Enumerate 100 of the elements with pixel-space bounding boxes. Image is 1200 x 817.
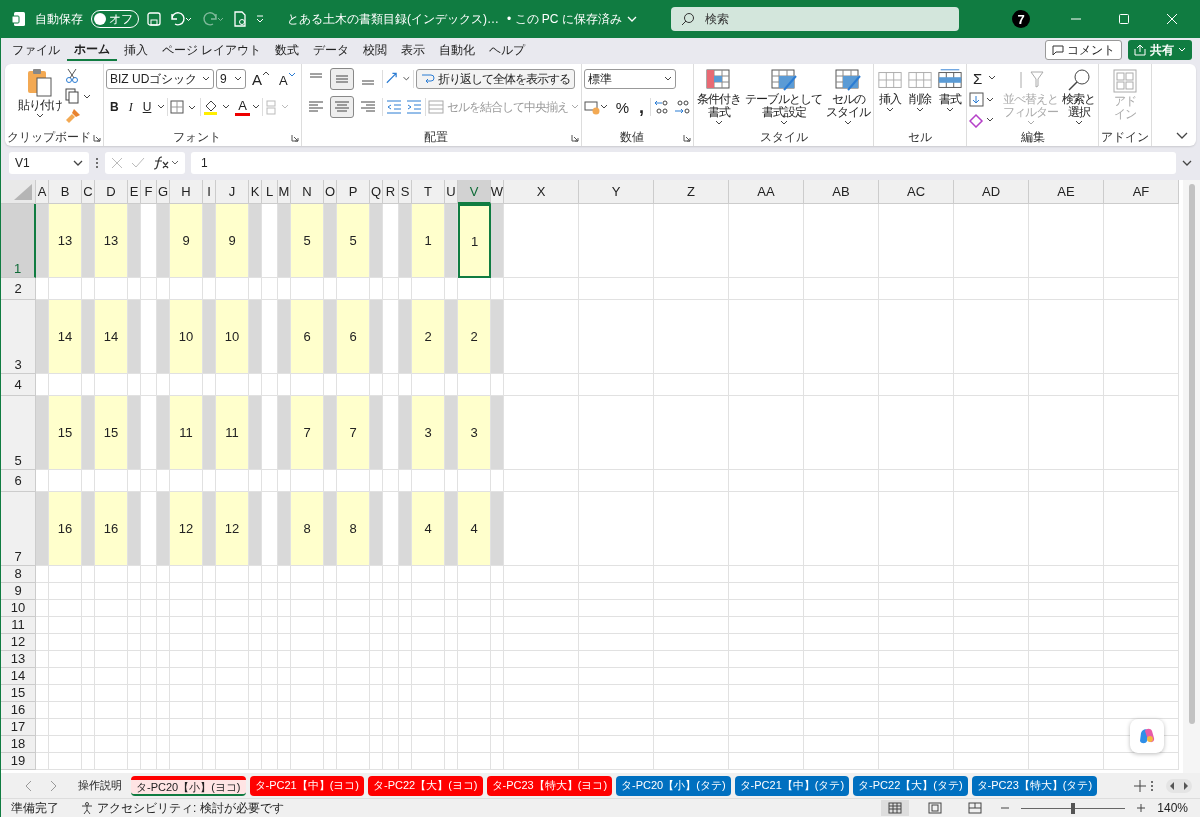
font-style-button[interactable]: U bbox=[138, 97, 156, 117]
expand-formula-icon[interactable] bbox=[1182, 159, 1192, 167]
sheet-tab[interactable]: タ-PC23【特大】(タテ) bbox=[971, 775, 1098, 796]
dialog-launcher-icon[interactable] bbox=[290, 133, 299, 142]
function-icon[interactable] bbox=[153, 156, 179, 170]
sheet-tab[interactable]: タ-PC20【小】(ヨコ) bbox=[131, 775, 246, 796]
horizontal-scroll-buttons[interactable] bbox=[1166, 778, 1192, 793]
row-header[interactable]: 7 bbox=[1, 492, 36, 566]
column-header[interactable]: N bbox=[291, 180, 324, 204]
row-header[interactable]: 3 bbox=[1, 300, 36, 374]
column-header[interactable]: AE bbox=[1029, 180, 1104, 204]
currency-icon[interactable] bbox=[583, 99, 610, 115]
paste-button[interactable]: 貼り付け bbox=[17, 68, 63, 119]
style-button[interactable]: 条件付き 書式 bbox=[696, 68, 743, 126]
column-header[interactable]: U bbox=[445, 180, 458, 204]
normal-view-button[interactable] bbox=[881, 800, 910, 816]
row-header[interactable]: 15 bbox=[1, 685, 36, 702]
row-header[interactable]: 13 bbox=[1, 651, 36, 668]
sheet-tab[interactable]: タ-PC23【特大】(ヨコ) bbox=[486, 775, 613, 796]
row-header[interactable]: 4 bbox=[1, 374, 36, 396]
column-header[interactable]: F bbox=[141, 180, 157, 204]
style-button[interactable]: テーブルとして 書式設定 bbox=[744, 68, 824, 126]
column-header[interactable]: E bbox=[128, 180, 141, 204]
column-header[interactable]: G bbox=[157, 180, 170, 204]
dialog-launcher-icon[interactable] bbox=[93, 133, 101, 142]
dialog-launcher-icon[interactable] bbox=[570, 133, 579, 142]
column-header[interactable]: AD bbox=[954, 180, 1029, 204]
add-sheet-icon[interactable] bbox=[1134, 779, 1146, 792]
column-header[interactable]: A bbox=[36, 180, 49, 204]
sheet-tab[interactable]: タ-PC22【大】(タテ) bbox=[853, 775, 968, 796]
shrink-font-button[interactable]: A bbox=[275, 69, 299, 89]
wrap-text-button[interactable]: 折り返して全体を表示する bbox=[415, 69, 575, 89]
row-header[interactable]: 16 bbox=[1, 702, 36, 719]
zoom-in-icon[interactable] bbox=[1137, 804, 1146, 812]
assistant-button[interactable] bbox=[1130, 719, 1164, 753]
row-header[interactable]: 9 bbox=[1, 583, 36, 600]
vertical-align-icon[interactable] bbox=[329, 68, 354, 90]
collapse-ribbon-icon[interactable] bbox=[1176, 132, 1188, 140]
formula-field[interactable]: 1 bbox=[191, 152, 1176, 174]
comment-button[interactable]: コメント bbox=[1045, 40, 1122, 60]
app-icon[interactable] bbox=[11, 11, 27, 27]
zoom-level[interactable]: 140% bbox=[1157, 801, 1188, 815]
close-icon[interactable] bbox=[1166, 13, 1178, 25]
previous-sheet-icon[interactable] bbox=[25, 779, 33, 792]
column-header[interactable]: L bbox=[262, 180, 278, 204]
dialog-launcher-icon[interactable] bbox=[683, 133, 692, 142]
caret-icon[interactable] bbox=[252, 104, 260, 110]
font-name-select[interactable]: BIZ UDゴシック bbox=[106, 69, 214, 89]
column-header[interactable]: W bbox=[491, 180, 504, 204]
percent-button[interactable]: % bbox=[611, 97, 634, 117]
column-header[interactable]: B bbox=[49, 180, 82, 204]
column-header[interactable]: S bbox=[399, 180, 412, 204]
column-header[interactable]: X bbox=[504, 180, 579, 204]
font-size-select[interactable]: 9 bbox=[216, 69, 246, 89]
undo-icon[interactable] bbox=[169, 11, 193, 27]
column-header[interactable]: Y bbox=[579, 180, 654, 204]
column-header[interactable]: AA bbox=[729, 180, 804, 204]
row-header[interactable]: 19 bbox=[1, 753, 36, 770]
find-select-button[interactable]: 検索と 選択 bbox=[1061, 68, 1097, 126]
column-header[interactable]: P bbox=[337, 180, 370, 204]
sheet-tab[interactable]: タ-PC21【中】(ヨコ) bbox=[249, 775, 365, 796]
search-field[interactable]: 検索 bbox=[670, 7, 959, 31]
column-header[interactable]: H bbox=[170, 180, 203, 204]
menu-tab[interactable]: データ bbox=[306, 39, 357, 61]
row-header[interactable]: 11 bbox=[1, 617, 36, 634]
sheet-tab[interactable]: タ-PC21【中】(タテ) bbox=[734, 775, 850, 796]
column-header[interactable]: Q bbox=[370, 180, 383, 204]
save-icon[interactable] bbox=[147, 12, 161, 26]
column-header[interactable]: Z bbox=[654, 180, 729, 204]
row-header[interactable]: 14 bbox=[1, 668, 36, 685]
menu-tab[interactable]: ファイル bbox=[5, 39, 67, 61]
name-box[interactable]: V1 bbox=[9, 152, 89, 174]
save-status[interactable]: • この PC に保存済み bbox=[507, 10, 637, 28]
paintbrush-icon[interactable] bbox=[65, 108, 81, 124]
column-header[interactable]: AF bbox=[1104, 180, 1179, 204]
comma-button[interactable]: , bbox=[635, 97, 649, 117]
cells-button[interactable]: 挿入 bbox=[876, 68, 905, 113]
column-header[interactable]: C bbox=[82, 180, 95, 204]
menu-tab[interactable]: 表示 bbox=[394, 39, 433, 61]
row-header[interactable]: 8 bbox=[1, 566, 36, 583]
horizontal-align-icon[interactable] bbox=[329, 96, 354, 118]
sheet-tab[interactable]: タ-PC20【小】(タテ) bbox=[616, 775, 731, 796]
redo-icon[interactable] bbox=[201, 11, 225, 27]
font-color-button[interactable]: A bbox=[235, 98, 250, 116]
menu-tab[interactable]: 自動化 bbox=[432, 39, 483, 61]
row-header[interactable]: 10 bbox=[1, 600, 36, 617]
check-icon[interactable] bbox=[131, 157, 145, 169]
column-header[interactable]: R bbox=[383, 180, 399, 204]
row-header[interactable]: 12 bbox=[1, 634, 36, 651]
menu-tab[interactable]: ページ レイアウト bbox=[155, 39, 269, 61]
row-header[interactable]: 5 bbox=[1, 396, 36, 470]
font-style-button[interactable]: I bbox=[124, 97, 137, 117]
row-header[interactable]: 6 bbox=[1, 470, 36, 492]
column-header[interactable]: T bbox=[412, 180, 445, 204]
more-options-icon[interactable] bbox=[1150, 779, 1154, 792]
sheet-tab[interactable]: 操作説明 bbox=[73, 775, 127, 796]
copy-icon[interactable] bbox=[65, 88, 91, 104]
more-options-icon[interactable] bbox=[95, 157, 99, 169]
cells-button[interactable]: 書式 bbox=[936, 68, 965, 113]
decrease-decimal-icon[interactable] bbox=[673, 99, 692, 115]
